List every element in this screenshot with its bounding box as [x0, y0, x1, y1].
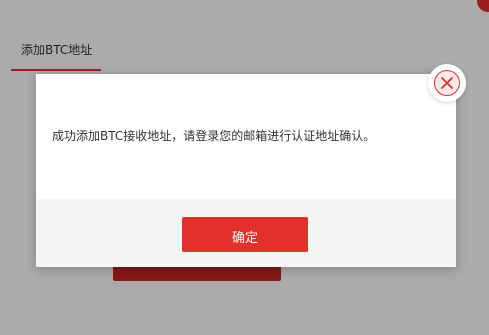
confirm-button[interactable]: 确定 — [182, 217, 308, 252]
dialog-message: 成功添加BTC接收地址，请登录您的邮箱进行认证地址确认。 — [52, 129, 376, 143]
dialog-body: 成功添加BTC接收地址，请登录您的邮箱进行认证地址确认。 — [36, 74, 456, 199]
success-dialog: 成功添加BTC接收地址，请登录您的邮箱进行认证地址确认。 确定 — [36, 74, 456, 267]
close-icon — [441, 77, 453, 89]
confirm-button-label: 确定 — [231, 231, 258, 246]
close-button[interactable] — [428, 64, 466, 102]
